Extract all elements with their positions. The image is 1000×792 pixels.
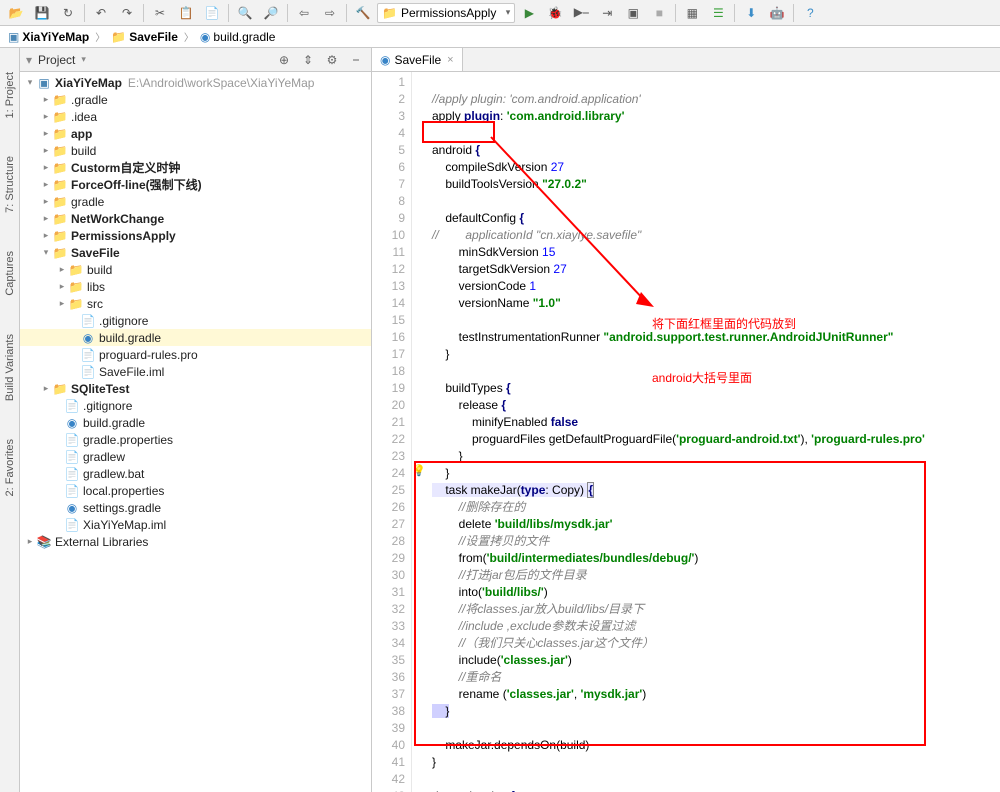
close-icon[interactable]: × — [447, 54, 453, 66]
profile-icon[interactable]: ▶⎯ — [569, 2, 593, 24]
rail-favorites[interactable]: 2: Favorites — [4, 435, 16, 500]
code-editor[interactable]: 1234567891011121314151617181920212223242… — [372, 72, 1000, 792]
undo-icon[interactable]: ↶ — [89, 2, 113, 24]
layout-inspector-icon[interactable]: ▦ — [680, 2, 704, 24]
chevron-right-icon: 〉 — [95, 29, 105, 44]
help-icon[interactable]: ? — [798, 2, 822, 24]
forward-icon[interactable]: ⇨ — [318, 2, 342, 24]
android-icon[interactable]: 🤖 — [765, 2, 789, 24]
rail-structure[interactable]: 7: Structure — [4, 152, 16, 217]
tree-item[interactable]: 📄gradle.properties — [20, 431, 371, 448]
tree-item[interactable]: ▸📁.gradle — [20, 91, 371, 108]
folder-icon: 📁 — [111, 30, 126, 44]
sync-icon[interactable]: ↻ — [56, 2, 80, 24]
gradle-icon: ◉ — [380, 53, 390, 67]
build-icon[interactable]: 🔨 — [351, 2, 375, 24]
tree-savefile[interactable]: ▾📁SaveFile — [20, 244, 371, 261]
open-icon[interactable]: 📂 — [4, 2, 28, 24]
tree-item[interactable]: ▸📁gradle — [20, 193, 371, 210]
project-panel-header: ▾ Project ▾ ⊕ ⇕ ⚙ ⎯ — [20, 48, 371, 72]
breadcrumb-file[interactable]: ◉ build.gradle — [198, 30, 278, 44]
chevron-down-icon[interactable]: ▾ — [81, 54, 86, 65]
coverage-icon[interactable]: ▣ — [621, 2, 645, 24]
tree-item[interactable]: 📄SaveFile.iml — [20, 363, 371, 380]
tree-item[interactable]: ▸📁Custorm自定义时钟 — [20, 159, 371, 176]
run-icon[interactable]: ▶ — [517, 2, 541, 24]
copy-icon[interactable]: 📋 — [174, 2, 198, 24]
tree-item[interactable]: ▸📁SQliteTest — [20, 380, 371, 397]
rail-build-variants[interactable]: Build Variants — [4, 330, 16, 405]
tree-root[interactable]: ▾▣ XiaYiYeMap E:\Android\workSpace\XiaYi… — [20, 74, 371, 91]
scroll-from-source-icon[interactable]: ⊕ — [275, 51, 293, 69]
hide-icon[interactable]: ⎯ — [347, 51, 365, 69]
folder-icon: 📁 — [382, 6, 397, 20]
breadcrumb: ▣ XiaYiYeMap 〉 📁 SaveFile 〉 ◉ build.grad… — [0, 26, 1000, 48]
editor-tabs: ◉ SaveFile × — [372, 48, 1000, 72]
project-panel: ▾ Project ▾ ⊕ ⇕ ⚙ ⎯ ▾▣ XiaYiYeMap E:\And… — [20, 48, 372, 792]
replace-icon[interactable]: 🔎 — [259, 2, 283, 24]
run-config-selector[interactable]: 📁 PermissionsApply — [377, 3, 515, 23]
tree-item[interactable]: 📄XiaYiYeMap.iml — [20, 516, 371, 533]
main-toolbar: 📂 💾 ↻ ↶ ↷ ✂ 📋 📄 🔍 🔎 ⇦ ⇨ 🔨 📁 PermissionsA… — [0, 0, 1000, 26]
sdk-icon[interactable]: ⬇ — [739, 2, 763, 24]
debug-icon[interactable]: 🐞 — [543, 2, 567, 24]
editor-area: ◉ SaveFile × 123456789101112131415161718… — [372, 48, 1000, 792]
tree-item[interactable]: 📄gradlew — [20, 448, 371, 465]
gear-icon[interactable]: ⚙ — [323, 51, 341, 69]
avd-icon[interactable]: ☰ — [706, 2, 730, 24]
tree-item[interactable]: ▸📁NetWorkChange — [20, 210, 371, 227]
annotation-box-android — [422, 121, 495, 143]
run-config-label: PermissionsApply — [401, 6, 496, 20]
rail-project[interactable]: 1: Project — [4, 68, 16, 122]
rail-captures[interactable]: Captures — [4, 247, 16, 300]
tree-item[interactable]: ◉build.gradle — [20, 414, 371, 431]
paste-icon[interactable]: 📄 — [200, 2, 224, 24]
attach-icon[interactable]: ⇥ — [595, 2, 619, 24]
tree-item[interactable]: ▸📁app — [20, 125, 371, 142]
left-tool-rail: 1: Project 7: Structure Captures Build V… — [0, 48, 20, 792]
breadcrumb-folder[interactable]: 📁 SaveFile — [109, 30, 180, 44]
collapse-all-icon[interactable]: ⇕ — [299, 51, 317, 69]
breadcrumb-root[interactable]: ▣ XiaYiYeMap — [6, 30, 91, 44]
tree-item[interactable]: 📄.gitignore — [20, 397, 371, 414]
cut-icon[interactable]: ✂ — [148, 2, 172, 24]
save-icon[interactable]: 💾 — [30, 2, 54, 24]
back-icon[interactable]: ⇦ — [292, 2, 316, 24]
tree-item[interactable]: ▸📁.idea — [20, 108, 371, 125]
tree-item[interactable]: 📄gradlew.bat — [20, 465, 371, 482]
tree-item[interactable]: ▸📁src — [20, 295, 371, 312]
stop-icon[interactable]: ■ — [647, 2, 671, 24]
tree-item[interactable]: ▸📁ForceOff-line(强制下线) — [20, 176, 371, 193]
project-icon: ▣ — [8, 30, 19, 44]
code-content[interactable]: //apply plugin: 'com.android.application… — [426, 72, 1000, 792]
tree-external-libs[interactable]: ▸📚External Libraries — [20, 533, 371, 550]
panel-title[interactable]: Project — [38, 53, 75, 67]
tree-item[interactable]: ▸📁libs — [20, 278, 371, 295]
editor-tab-savefile[interactable]: ◉ SaveFile × — [372, 48, 463, 71]
tab-label: SaveFile — [394, 53, 441, 67]
chevron-right-icon: 〉 — [184, 29, 194, 44]
tree-build-gradle[interactable]: ◉build.gradle — [20, 329, 371, 346]
gradle-icon: ◉ — [200, 30, 210, 44]
find-icon[interactable]: 🔍 — [233, 2, 257, 24]
glyph-margin: 💡 — [412, 72, 426, 792]
tree-item[interactable]: ▸📁PermissionsApply — [20, 227, 371, 244]
bulb-icon[interactable]: 💡 — [412, 464, 426, 477]
tree-item[interactable]: 📄local.properties — [20, 482, 371, 499]
project-tree[interactable]: ▾▣ XiaYiYeMap E:\Android\workSpace\XiaYi… — [20, 72, 371, 792]
tree-item[interactable]: 📄proguard-rules.pro — [20, 346, 371, 363]
line-gutter: 1234567891011121314151617181920212223242… — [372, 72, 412, 792]
redo-icon[interactable]: ↷ — [115, 2, 139, 24]
annotation-text: 将下面红框里面的代码放到 android大括号里面 — [652, 279, 796, 423]
tree-item[interactable]: ▸📁build — [20, 261, 371, 278]
combo-icon[interactable]: ▾ — [26, 53, 32, 67]
tree-item[interactable]: 📄.gitignore — [20, 312, 371, 329]
tree-item[interactable]: ▸📁build — [20, 142, 371, 159]
tree-item[interactable]: ◉settings.gradle — [20, 499, 371, 516]
